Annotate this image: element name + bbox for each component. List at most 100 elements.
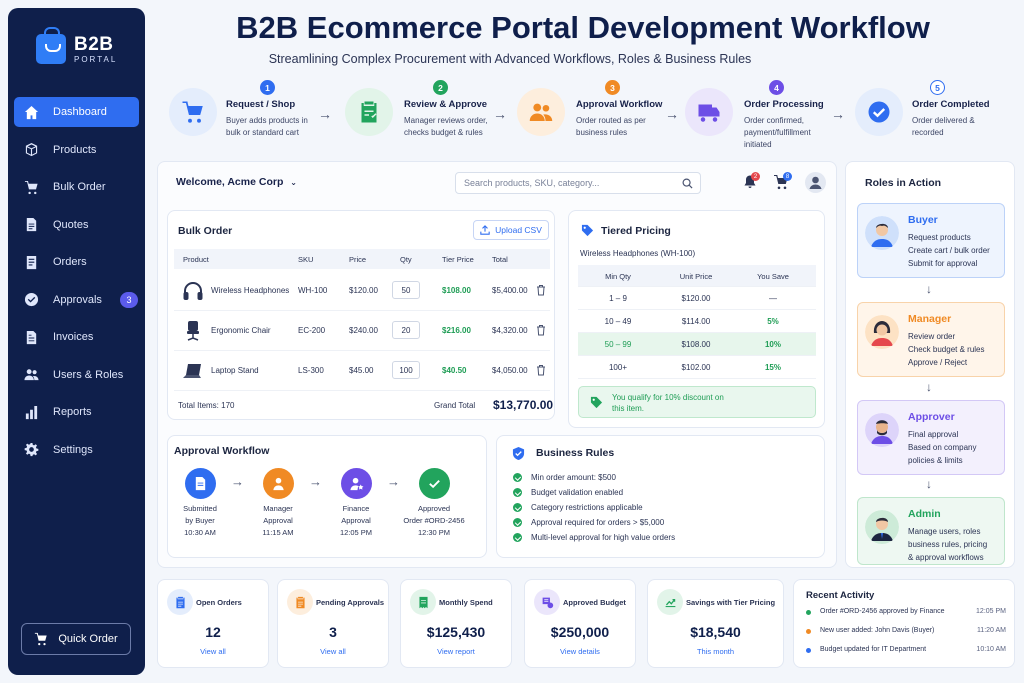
step-title: Review & Approve [404,99,488,110]
arrow-right-icon: → [318,106,332,122]
laptop-icon [183,364,201,378]
activity-time: 10:10 AM [976,646,1006,653]
roles-title: Roles in Action [865,177,942,189]
document-icon [24,217,39,232]
step-number: 4 [769,80,784,95]
tier-table-header: Min Qty Unit Price You Save [578,265,816,287]
notifications-button[interactable]: 2 [742,172,760,190]
approval-step-finance: Finance Approval 12:05 PM [320,468,392,537]
sidebar-item-dashboard[interactable]: Dashboard [14,97,139,127]
sidebar-item-approvals[interactable]: Approvals 3 [14,285,139,315]
role-card-buyer: Buyer Request products Create cart / bul… [857,203,1005,278]
sidebar-nav: Dashboard Products Bulk Order Quotes Ord… [14,97,139,472]
approval-step-time: 12:05 PM [339,528,373,537]
approval-step-time: 10:30 AM [184,528,216,537]
gear-icon [24,442,39,457]
approval-step-line2: Approval [263,516,293,525]
bulk-order-title: Bulk Order [178,225,233,237]
logo[interactable]: B2B PORTAL [36,27,117,64]
stat-card-open-orders: Open Orders 12 View all [157,579,269,668]
role-name: Manager [908,313,952,325]
rule-item: Approval required for orders > $5,000 [513,518,664,527]
trash-icon[interactable] [536,324,546,336]
buyer-avatar [865,216,899,250]
headphones-icon [183,282,203,300]
recent-activity-card: Recent Activity Order #ORD-2456 approved… [793,579,1015,668]
sidebar-item-label: Products [53,143,97,156]
sidebar-item-orders[interactable]: Orders [14,247,139,277]
cart-icon [35,632,48,646]
table-row: Laptop Stand LS-300 $45.00 100 $40.50 $4… [174,351,550,391]
receipt-icon [410,589,436,615]
step-title: Approval Workflow [576,99,663,110]
sidebar-item-bulk-order[interactable]: Bulk Order [14,172,139,202]
tier-qty: 100+ [608,363,628,372]
tiered-pricing-title: Tiered Pricing [601,225,671,237]
tier-price: $102.00 [681,363,711,372]
stat-link[interactable]: View report [401,647,511,656]
notification-count-badge: 2 [751,172,760,181]
sidebar-item-label: Approvals [53,293,102,306]
welcome-menu[interactable]: Welcome, Acme Corp ⌄ [176,176,297,188]
product-price: $45.00 [349,366,374,375]
sidebar-item-label: Quotes [53,218,89,231]
grand-total-label: Grand Total [434,401,476,410]
sidebar-item-invoices[interactable]: Invoices [14,322,139,352]
sidebar-item-quotes[interactable]: Quotes [14,210,139,240]
row-total: $4,320.00 [492,326,528,335]
stat-link[interactable]: View all [278,647,388,656]
shield-icon [512,447,525,460]
approval-step-line1: Manager [263,504,293,513]
sidebar-item-label: Orders [53,256,87,268]
stat-link[interactable]: View all [158,647,268,656]
discount-notice: You qualify for 10% discount on this ite… [578,386,816,418]
upload-csv-button[interactable]: Upload CSV [473,220,549,240]
role-name: Approver [908,411,955,423]
trash-icon[interactable] [536,284,546,296]
row-total: $4,050.00 [492,366,528,375]
user-avatar[interactable] [805,172,826,193]
step-description: Order routed as per business rules [576,116,646,137]
total-items: Total Items: 170 [178,401,235,410]
sidebar-item-settings[interactable]: Settings [14,435,139,465]
col-min-qty: Min Qty [605,272,631,281]
stat-card-pending-approvals: Pending Approvals 3 View all [277,579,389,668]
check-icon [513,503,522,512]
sidebar-item-reports[interactable]: Reports [14,397,139,427]
cart-icon [24,180,39,195]
rule-item: Budget validation enabled [513,488,623,497]
tier-save: 10% [764,340,781,349]
product-price: $240.00 [349,326,378,335]
product-name: Laptop Stand [211,366,259,375]
quick-order-button[interactable]: Quick Order [21,623,131,655]
cart-button[interactable]: 8 [773,172,792,190]
product-sku: WH-100 [298,286,328,295]
status-dot [806,610,811,615]
role-desc-line: policies & limits [908,456,963,465]
check-icon [513,473,522,482]
budget-icon [534,589,560,615]
sidebar-item-users-roles[interactable]: Users & Roles [14,360,139,390]
search-input[interactable]: Search products, SKU, category... [455,172,701,194]
upload-icon [480,225,490,235]
step-number: 1 [260,80,275,95]
stat-link[interactable]: View details [525,647,635,656]
step-title: Request / Shop [226,99,296,110]
product-sku: LS-300 [298,366,324,375]
sidebar-item-products[interactable]: Products [14,135,139,165]
approval-step-time: 11:15 AM [262,528,294,537]
quantity-input[interactable]: 20 [392,321,420,339]
bar-chart-icon [24,405,39,420]
quantity-input[interactable]: 50 [392,281,420,299]
role-desc-line: Manage users, roles [908,527,981,536]
col-you-save: You Save [757,272,789,281]
stat-link[interactable]: This month [648,647,783,656]
quantity-input[interactable]: 100 [392,361,420,379]
check-circle-icon [855,88,903,136]
approval-step-line2: Order #ORD-2456 [403,516,465,525]
trash-icon[interactable] [536,364,546,376]
approval-step-submitted: Submitted by Buyer 10:30 AM [164,468,236,537]
tier-price: $120.00 [681,294,711,303]
role-card-approver: Approver Final approval Based on company… [857,400,1005,475]
approval-workflow-title: Approval Workflow [174,445,270,457]
